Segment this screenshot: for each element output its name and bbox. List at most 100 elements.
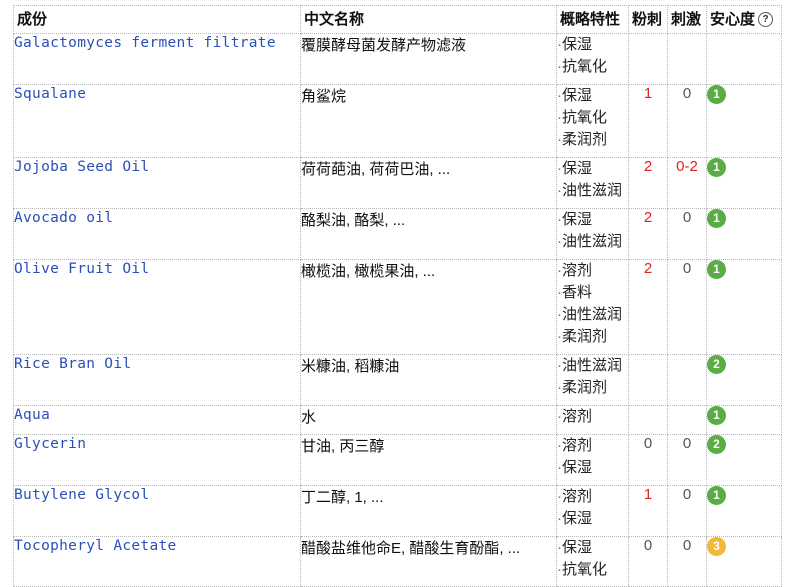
property-tag[interactable]: 溶剂 [557, 260, 628, 282]
help-icon[interactable]: ? [758, 12, 774, 27]
property-tag[interactable]: 香料 [557, 282, 628, 304]
header-acne: 粉刺 [628, 5, 668, 34]
property-tag[interactable]: 保湿 [557, 34, 628, 56]
properties-cell: 溶剂香料油性滋润柔润剂 [556, 259, 629, 355]
properties-cell: 保湿抗氧化 [556, 33, 629, 85]
table-row: Olive Fruit Oil 橄榄油, 橄榄果油, ...溶剂香料油性滋润柔润剂… [13, 259, 782, 355]
ingredient-cell: Olive Fruit Oil [13, 259, 301, 355]
property-tag[interactable]: 油性滋润 [557, 355, 628, 377]
acne-score [628, 405, 668, 435]
ingredients-table: 成份 中文名称 概略特性 粉刺 刺激 安心度? Galactomyces fer… [13, 5, 782, 587]
table-row: Rice Bran Oil 米糠油, 稻糠油油性滋润柔润剂 2 [13, 354, 782, 406]
property-tag[interactable]: 抗氧化 [557, 107, 628, 129]
table-row: Butylene Glycol丁二醇, 1, ...溶剂保湿101 [13, 485, 782, 537]
property-tag[interactable]: 油性滋润 [557, 231, 628, 253]
safety-cell: 2 [706, 434, 782, 486]
irritation-score: 0 [667, 208, 707, 260]
table-row: Avocado oil 酪梨油, 酪梨, ...保湿油性滋润201 [13, 208, 782, 260]
irritation-score: 0-2 [667, 157, 707, 209]
header-properties: 概略特性 [556, 5, 629, 34]
property-tag[interactable]: 柔润剂 [557, 129, 628, 151]
acne-score: 1 [628, 84, 668, 158]
properties-cell: 溶剂 [556, 405, 629, 435]
safety-cell: 1 [706, 84, 782, 158]
property-tag[interactable]: 柔润剂 [557, 377, 628, 399]
property-tag[interactable]: 溶剂 [557, 486, 628, 508]
property-tag[interactable]: 溶剂 [557, 435, 628, 457]
ingredient-cell: Butylene Glycol [13, 485, 301, 537]
acne-score [628, 354, 668, 406]
chinese-name-cell: 甘油, 丙三醇 [300, 434, 557, 486]
table-header-row: 成份 中文名称 概略特性 粉刺 刺激 安心度? [13, 5, 782, 34]
irritation-score: 0 [667, 434, 707, 486]
ingredient-cell: Galactomyces ferment filtrate [13, 33, 301, 85]
safety-badge: 2 [707, 435, 726, 454]
safety-cell: 3 [706, 536, 782, 587]
ingredient-link[interactable]: Glycerin [14, 436, 86, 452]
chinese-name-cell: 酪梨油, 酪梨, ... [300, 208, 557, 260]
properties-cell: 保湿油性滋润 [556, 208, 629, 260]
irritation-score [667, 405, 707, 435]
chinese-name-cell: 丁二醇, 1, ... [300, 485, 557, 537]
property-tag[interactable]: 柔润剂 [557, 326, 628, 348]
chinese-name-cell: 醋酸盐维他命E, 醋酸生育酚酯, ... [300, 536, 557, 587]
properties-cell: 保湿抗氧化柔润剂 [556, 84, 629, 158]
property-tag[interactable]: 保湿 [557, 85, 628, 107]
property-tag[interactable]: 保湿 [557, 508, 628, 530]
safety-cell: 1 [706, 208, 782, 260]
safety-cell: 1 [706, 259, 782, 355]
ingredient-link[interactable]: Tocopheryl Acetate [14, 538, 177, 554]
acne-score: 2 [628, 259, 668, 355]
acne-score [628, 33, 668, 85]
ingredient-link[interactable]: Squalane [14, 86, 86, 102]
safety-cell: 1 [706, 157, 782, 209]
safety-badge: 1 [707, 406, 726, 425]
property-tag[interactable]: 保湿 [557, 537, 628, 559]
acne-score: 1 [628, 485, 668, 537]
properties-cell: 溶剂保湿 [556, 485, 629, 537]
header-irritation: 刺激 [667, 5, 707, 34]
safety-badge: 2 [707, 355, 726, 374]
ingredient-cell: Avocado oil [13, 208, 301, 260]
safety-badge: 3 [707, 537, 726, 556]
ingredient-link[interactable]: Jojoba Seed Oil [14, 159, 149, 175]
chinese-name-cell: 橄榄油, 橄榄果油, ... [300, 259, 557, 355]
table-row: Squalane角鲨烷保湿抗氧化柔润剂101 [13, 84, 782, 158]
irritation-score [667, 354, 707, 406]
property-tag[interactable]: 抗氧化 [557, 559, 628, 581]
ingredient-link[interactable]: Aqua [14, 407, 50, 423]
properties-cell: 保湿油性滋润 [556, 157, 629, 209]
ingredient-link[interactable]: Avocado oil [14, 210, 113, 226]
property-tag[interactable]: 油性滋润 [557, 304, 628, 326]
table-body: Galactomyces ferment filtrate 覆膜酵母菌发酵产物滤液… [13, 33, 782, 587]
irritation-score: 0 [667, 84, 707, 158]
ingredient-cell: Aqua [13, 405, 301, 435]
ingredient-cell: Glycerin [13, 434, 301, 486]
acne-score: 2 [628, 208, 668, 260]
properties-cell: 溶剂保湿 [556, 434, 629, 486]
ingredient-cell: Jojoba Seed Oil [13, 157, 301, 209]
table-row: Glycerin甘油, 丙三醇溶剂保湿002 [13, 434, 782, 486]
property-tag[interactable]: 保湿 [557, 209, 628, 231]
acne-score: 2 [628, 157, 668, 209]
property-tag[interactable]: 抗氧化 [557, 56, 628, 78]
ingredient-cell: Squalane [13, 84, 301, 158]
property-tag[interactable]: 保湿 [557, 457, 628, 479]
safety-badge: 1 [707, 85, 726, 104]
ingredient-link[interactable]: Butylene Glycol [14, 487, 149, 503]
properties-cell: 油性滋润柔润剂 [556, 354, 629, 406]
property-tag[interactable]: 溶剂 [557, 406, 628, 428]
safety-cell: 1 [706, 485, 782, 537]
property-tag[interactable]: 油性滋润 [557, 180, 628, 202]
properties-cell: 保湿抗氧化 [556, 536, 629, 587]
safety-badge: 1 [707, 158, 726, 177]
chinese-name-cell: 米糠油, 稻糠油 [300, 354, 557, 406]
irritation-score [667, 33, 707, 85]
ingredient-link[interactable]: Galactomyces ferment filtrate [14, 35, 276, 51]
safety-badge: 1 [707, 209, 726, 228]
property-tag[interactable]: 保湿 [557, 158, 628, 180]
ingredient-link[interactable]: Olive Fruit Oil [14, 261, 149, 277]
irritation-score: 0 [667, 536, 707, 587]
safety-badge: 1 [707, 486, 726, 505]
ingredient-link[interactable]: Rice Bran Oil [14, 356, 131, 372]
